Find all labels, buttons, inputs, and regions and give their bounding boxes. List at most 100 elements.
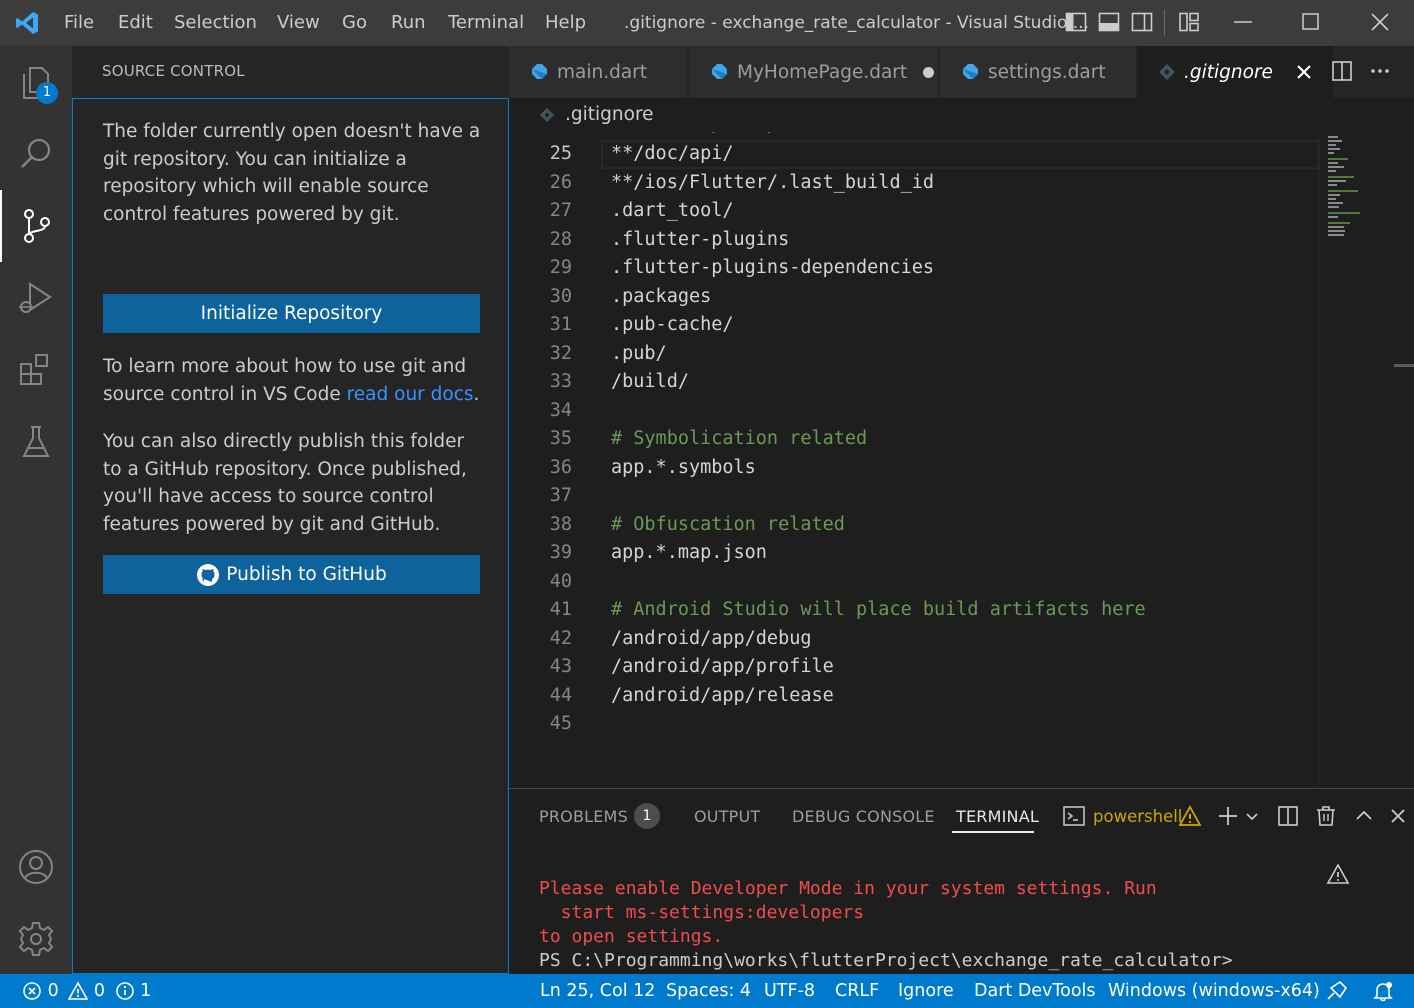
breadcrumb-file[interactable]: .gitignore: [565, 104, 654, 125]
title-divider: [1164, 10, 1165, 36]
activity-run-debug[interactable]: [0, 262, 72, 334]
menu-help[interactable]: Help: [545, 0, 586, 46]
gear-icon: [16, 919, 56, 959]
maximize-icon[interactable]: [1301, 11, 1321, 33]
toggle-panel-icon[interactable]: [1098, 11, 1120, 33]
toggle-secondary-sidebar-icon[interactable]: [1131, 11, 1153, 33]
terminal-prompt[interactable]: PS C:\Programming\works\flutterProject\e…: [539, 949, 1233, 973]
publish-to-github-button[interactable]: Publish to GitHub: [103, 555, 480, 594]
tab-main-dart[interactable]: main.dart: [509, 46, 688, 98]
warning-icon: [1178, 804, 1202, 828]
trash-icon[interactable]: [1314, 804, 1338, 828]
line-number: 33: [549, 371, 572, 392]
close-panel-icon[interactable]: [1388, 806, 1408, 826]
language-mode[interactable]: Ignore: [898, 974, 954, 1008]
tab-gitignore[interactable]: .gitignore: [1138, 46, 1334, 98]
line-text: **/ios/Flutter/.last_build_id: [611, 172, 935, 193]
learn-more-message: To learn more about how to use git and s…: [103, 353, 488, 408]
code-line: 29 .flutter-plugins-dependencies: [509, 254, 1319, 283]
modified-dot-icon[interactable]: [923, 66, 935, 78]
menu-view[interactable]: View: [277, 0, 320, 46]
vscode-logo-icon: [14, 10, 40, 36]
line-text: /android/app/release: [611, 685, 834, 706]
status-bar: 0 0 1 Ln 25, Col 12 Spaces: 4 UTF-8 CRLF…: [0, 974, 1414, 1008]
menu-file[interactable]: File: [64, 0, 94, 46]
line-text: .pub-cache/: [611, 314, 734, 335]
activity-extensions[interactable]: [0, 334, 72, 406]
tab-problems[interactable]: PROBLEMS: [539, 807, 628, 826]
menu-terminal[interactable]: Terminal: [448, 0, 524, 46]
title-bar: File Edit Selection View Go Run Terminal…: [0, 0, 1414, 46]
code-line: 45: [509, 710, 1319, 739]
line-text: /build/: [611, 371, 689, 392]
terminal-line: to open settings.: [539, 926, 724, 947]
line-text: .pub/: [611, 343, 667, 364]
menu-selection[interactable]: Selection: [174, 0, 257, 46]
activity-manage[interactable]: [0, 903, 72, 975]
activity-accounts[interactable]: [0, 831, 72, 903]
read-docs-link[interactable]: read our docs: [347, 384, 474, 405]
error-count: 0: [47, 981, 59, 1001]
publish-to-github-label: Publish to GitHub: [226, 564, 387, 585]
indentation[interactable]: Spaces: 4: [666, 974, 751, 1008]
publish-message: You can also directly publish this folde…: [103, 431, 467, 535]
code-line: 39 app.*.map.json: [509, 539, 1319, 568]
line-number: 38: [549, 514, 572, 535]
line-number: 41: [549, 599, 572, 620]
menu-edit[interactable]: Edit: [118, 0, 153, 46]
menu-run[interactable]: Run: [391, 0, 426, 46]
problems-status[interactable]: 0 0 1: [22, 974, 151, 1008]
code-line: 25 **/doc/api/: [509, 140, 1319, 169]
terminal-name[interactable]: powershell: [1093, 807, 1182, 826]
line-number: 39: [549, 542, 572, 563]
close-window-icon[interactable]: [1369, 11, 1391, 33]
customize-layout-icon[interactable]: [1178, 11, 1200, 33]
tab-output[interactable]: OUTPUT: [694, 807, 760, 826]
code-line: 27 .dart_tool/: [509, 197, 1319, 226]
activity-testing[interactable]: [0, 406, 72, 478]
tab-label: main.dart: [557, 61, 648, 83]
line-number: 43: [549, 656, 572, 677]
encoding[interactable]: UTF-8: [764, 974, 815, 1008]
activity-source-control[interactable]: [0, 190, 72, 262]
chevron-down-icon[interactable]: [1244, 808, 1260, 824]
code-line: 43/android/app/profile: [509, 653, 1319, 682]
dart-file-icon: [529, 62, 549, 82]
close-tab-icon[interactable]: [1295, 63, 1313, 81]
split-terminal-icon[interactable]: [1276, 804, 1300, 828]
activity-search[interactable]: [0, 118, 72, 190]
activity-explorer[interactable]: 1: [0, 46, 72, 118]
code-editor[interactable]: 24# Flutter/Dart/Pub related 25**/doc/ap…: [509, 132, 1319, 788]
line-number: 32: [549, 343, 572, 364]
split-editor-icon[interactable]: [1331, 60, 1353, 82]
warning-count: 0: [93, 981, 106, 1001]
initialize-repository-label: Initialize Repository: [200, 303, 383, 324]
tab-debug-console[interactable]: DEBUG CONSOLE: [792, 807, 935, 826]
toggle-sidebar-icon[interactable]: [1065, 11, 1087, 33]
dart-devtools[interactable]: Dart DevTools: [974, 974, 1096, 1008]
cursor-position[interactable]: Ln 25, Col 12: [540, 974, 655, 1008]
line-text: # Android Studio will place build artifa…: [611, 599, 1146, 620]
code-line: 41 # Android Studio will place build arti…: [509, 596, 1319, 625]
scrollbar-thumb[interactable]: [1394, 364, 1414, 367]
chevron-up-icon[interactable]: [1354, 806, 1374, 826]
tab-settings-dart[interactable]: settings.dart: [940, 46, 1137, 98]
new-terminal-icon[interactable]: [1216, 804, 1240, 828]
menu-go[interactable]: Go: [342, 0, 367, 46]
notifications-bell-icon[interactable]: [1372, 980, 1394, 1002]
tab-terminal[interactable]: TERMINAL: [956, 807, 1039, 826]
code-line: 32 .pub/: [509, 340, 1319, 369]
line-number: 27: [549, 200, 572, 221]
line-endings[interactable]: CRLF: [835, 974, 879, 1008]
line-number: 45: [549, 713, 572, 734]
tab-myhomepage-dart[interactable]: MyHomePage.dart: [689, 46, 939, 98]
line-number: 34: [549, 400, 572, 421]
more-actions-icon[interactable]: [1369, 60, 1391, 82]
minimize-icon[interactable]: [1233, 11, 1253, 33]
code-line: 36 app.*.symbols: [509, 454, 1319, 483]
target-device[interactable]: Windows (windows-x64): [1108, 974, 1320, 1008]
minimap[interactable]: [1319, 132, 1414, 788]
feedback-icon[interactable]: [1325, 980, 1349, 1002]
tab-label: MyHomePage.dart: [737, 61, 908, 83]
initialize-repository-button[interactable]: Initialize Repository: [103, 294, 480, 333]
